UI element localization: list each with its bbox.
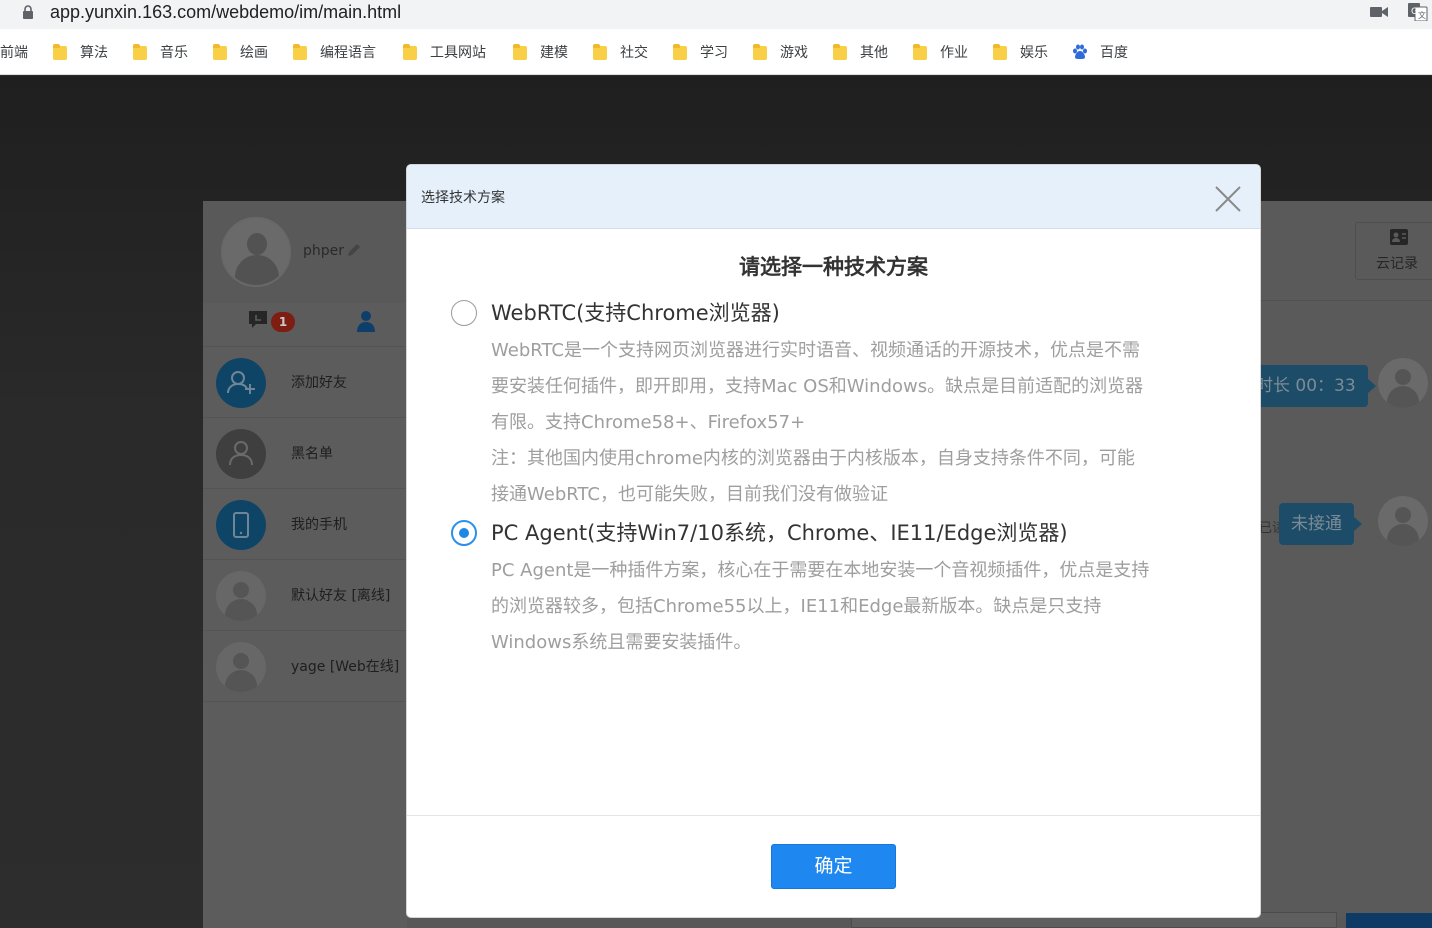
bookmark-algorithm[interactable]: 算法 <box>53 41 108 63</box>
bookmark-modeling[interactable]: 建模 <box>513 41 568 63</box>
bookmark-entertainment[interactable]: 娱乐 <box>993 41 1048 63</box>
bookmark-programming[interactable]: 编程语言 <box>293 41 376 63</box>
add-friend-icon <box>216 358 266 408</box>
cloud-record-button[interactable]: 云记录 <box>1355 222 1432 280</box>
folder-icon <box>293 44 307 60</box>
dialog-divider <box>407 815 1260 816</box>
bookmark-social[interactable]: 社交 <box>593 41 648 63</box>
folder-icon <box>403 44 417 60</box>
avatar-icon <box>1378 358 1428 408</box>
option-label[interactable]: WebRTC(支持Chrome浏览器) <box>491 297 780 327</box>
folder-icon <box>833 44 847 60</box>
cloud-record-icon <box>1390 229 1408 245</box>
url-text[interactable]: app.yunxin.163.com/webdemo/im/main.html <box>50 1 401 23</box>
dialog-prompt: 请选择一种技术方案 <box>739 255 928 279</box>
message-bubble[interactable]: 未接通 <box>1279 503 1362 545</box>
folder-icon <box>53 44 67 60</box>
radio-pc-agent[interactable] <box>451 520 477 546</box>
message-bubble[interactable]: 时长 00：33 <box>1244 365 1376 407</box>
folder-icon <box>993 44 1007 60</box>
avatar-icon <box>216 642 266 692</box>
folder-icon <box>213 44 227 60</box>
option-label[interactable]: PC Agent(支持Win7/10系统，Chrome、IE11/Edge浏览器… <box>491 517 1068 547</box>
contact-blacklist[interactable]: 黑名单 <box>203 418 407 489</box>
bookmark-other[interactable]: 其他 <box>833 41 888 63</box>
bookmark-tools[interactable]: 工具网站 <box>403 41 486 63</box>
contact-my-phone[interactable]: 我的手机 <box>203 489 407 560</box>
option-description: PC Agent是一种插件方案，核心在于需要在本地安装一个音视频插件，优点是支持… <box>491 560 1150 653</box>
unread-badge: 1 <box>271 312 295 332</box>
bookmark-homework[interactable]: 作业 <box>913 41 968 63</box>
username: phper <box>303 243 345 259</box>
dialog-header: 选择技术方案 <box>407 165 1260 229</box>
send-button[interactable] <box>1346 913 1432 928</box>
bookmark-frontend[interactable]: 前端 <box>0 41 28 63</box>
contact-yage[interactable]: yage [Web在线] <box>203 631 407 702</box>
svg-text:文: 文 <box>1418 10 1426 20</box>
bookmark-baidu[interactable]: 百度 <box>1072 41 1128 63</box>
sidebar-tabs <box>203 303 407 347</box>
bookmarks-bar: 前端 算法 音乐 绘画 编程语言 工具网站 建模 社交 学习 游戏 其他 作业 … <box>0 29 1432 75</box>
folder-icon <box>913 44 927 60</box>
camera-icon[interactable] <box>1370 5 1388 19</box>
dialog-title: 选择技术方案 <box>421 190 505 206</box>
folder-icon <box>513 44 527 60</box>
edit-pencil-icon[interactable] <box>346 242 362 258</box>
tech-choice-dialog: 选择技术方案 请选择一种技术方案 WebRTC(支持Chrome浏览器) Web… <box>407 165 1260 917</box>
baidu-paw-icon <box>1073 44 1087 59</box>
close-icon[interactable] <box>1212 183 1244 215</box>
phone-icon <box>216 500 266 550</box>
confirm-button[interactable]: 确定 <box>771 844 896 889</box>
folder-icon <box>133 44 147 60</box>
option-description: WebRTC是一个支持网页浏览器进行实时语音、视频通话的开源技术，优点是不需 要… <box>491 340 1144 505</box>
contacts-tab-icon[interactable] <box>357 310 375 332</box>
chat-tab-icon[interactable] <box>248 310 268 330</box>
translate-icon[interactable]: G文 <box>1408 3 1428 21</box>
folder-icon <box>673 44 687 60</box>
blacklist-icon <box>216 429 266 479</box>
bookmark-drawing[interactable]: 绘画 <box>213 41 268 63</box>
address-bar[interactable]: app.yunxin.163.com/webdemo/im/main.html … <box>0 0 1432 29</box>
bookmark-games[interactable]: 游戏 <box>753 41 808 63</box>
bookmark-music[interactable]: 音乐 <box>133 41 188 63</box>
contact-add-friend[interactable]: 添加好友 <box>203 347 407 418</box>
svg-text:G: G <box>1411 7 1418 17</box>
folder-icon <box>593 44 607 60</box>
lock-icon <box>23 5 33 19</box>
avatar-icon <box>1378 496 1428 546</box>
radio-webrtc[interactable] <box>451 300 477 326</box>
contact-default-friend[interactable]: 默认好友 [离线] <box>203 560 407 631</box>
folder-icon <box>753 44 767 60</box>
user-avatar[interactable] <box>221 217 291 287</box>
bookmark-study[interactable]: 学习 <box>673 41 728 63</box>
avatar-icon <box>216 571 266 621</box>
